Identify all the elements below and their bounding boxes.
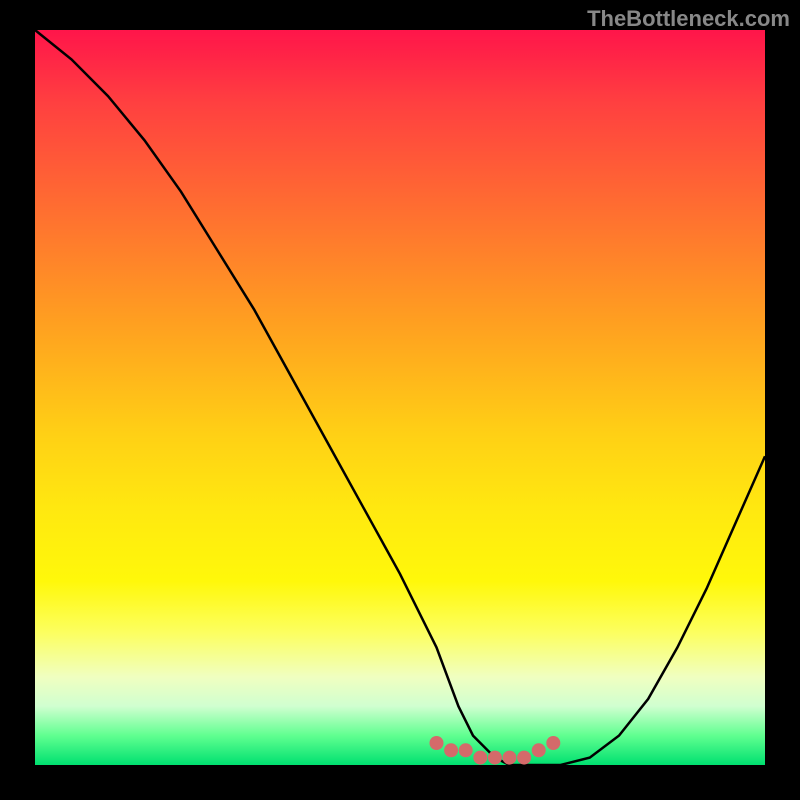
chart-svg bbox=[35, 30, 765, 765]
dot bbox=[444, 743, 458, 757]
dot bbox=[503, 751, 517, 765]
chart-plot-area bbox=[35, 30, 765, 765]
dot bbox=[459, 743, 473, 757]
watermark-text: TheBottleneck.com bbox=[587, 6, 790, 32]
dot bbox=[488, 751, 502, 765]
curve-line bbox=[35, 30, 765, 765]
dots-group bbox=[430, 736, 561, 765]
dot bbox=[517, 751, 531, 765]
dot bbox=[532, 743, 546, 757]
dot bbox=[546, 736, 560, 750]
dot bbox=[473, 751, 487, 765]
dot bbox=[430, 736, 444, 750]
